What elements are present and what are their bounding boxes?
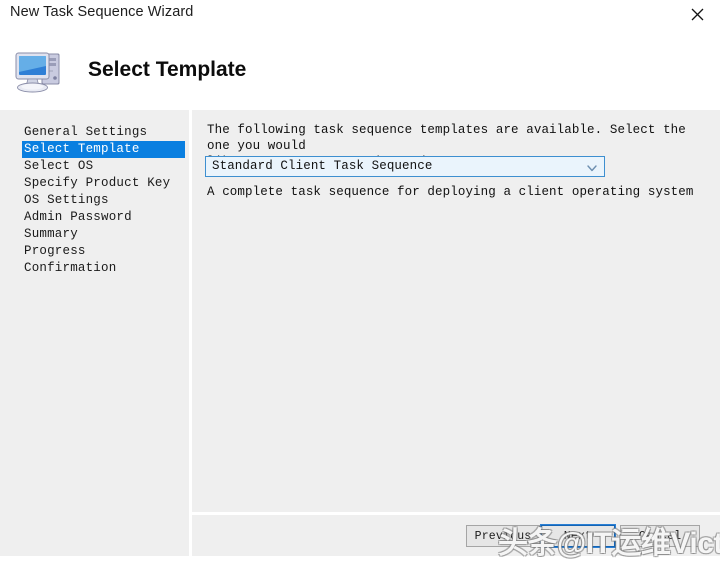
window-title: New Task Sequence Wizard xyxy=(10,4,194,20)
sidebar-item-progress[interactable]: Progress xyxy=(22,243,185,260)
sidebar-item-specify-product-key[interactable]: Specify Product Key xyxy=(22,175,185,192)
sidebar-item-os-settings[interactable]: OS Settings xyxy=(22,192,185,209)
main-content-panel: The following task sequence templates ar… xyxy=(192,110,720,512)
window-titlebar: New Task Sequence Wizard xyxy=(0,0,720,28)
wizard-step-sidebar: General Settings Select Template Select … xyxy=(0,110,189,556)
cancel-button[interactable]: Cancel xyxy=(620,525,700,547)
instruction-line-1: The following task sequence templates ar… xyxy=(207,123,686,153)
sidebar-item-admin-password[interactable]: Admin Password xyxy=(22,209,185,226)
close-x-icon xyxy=(691,8,704,21)
template-select-value: Standard Client Task Sequence xyxy=(212,159,433,173)
template-select[interactable]: Standard Client Task Sequence xyxy=(205,156,605,177)
sidebar-item-summary[interactable]: Summary xyxy=(22,226,185,243)
template-description: A complete task sequence for deploying a… xyxy=(207,185,694,199)
chevron-down-icon xyxy=(585,161,599,173)
sidebar-item-confirmation[interactable]: Confirmation xyxy=(22,260,185,277)
wizard-header: Select Template xyxy=(0,28,720,108)
sidebar-item-general-settings[interactable]: General Settings xyxy=(22,124,185,141)
sidebar-item-select-template[interactable]: Select Template xyxy=(22,141,185,158)
previous-button[interactable]: Previous xyxy=(466,525,540,547)
step-list: General Settings Select Template Select … xyxy=(22,124,185,277)
sidebar-item-select-os[interactable]: Select OS xyxy=(22,158,185,175)
wizard-footer: Previous Next Cancel xyxy=(192,515,720,556)
computer-monitor-icon xyxy=(12,44,70,96)
next-button[interactable]: Next xyxy=(540,524,616,548)
close-button[interactable] xyxy=(674,0,720,28)
page-title: Select Template xyxy=(88,58,247,81)
